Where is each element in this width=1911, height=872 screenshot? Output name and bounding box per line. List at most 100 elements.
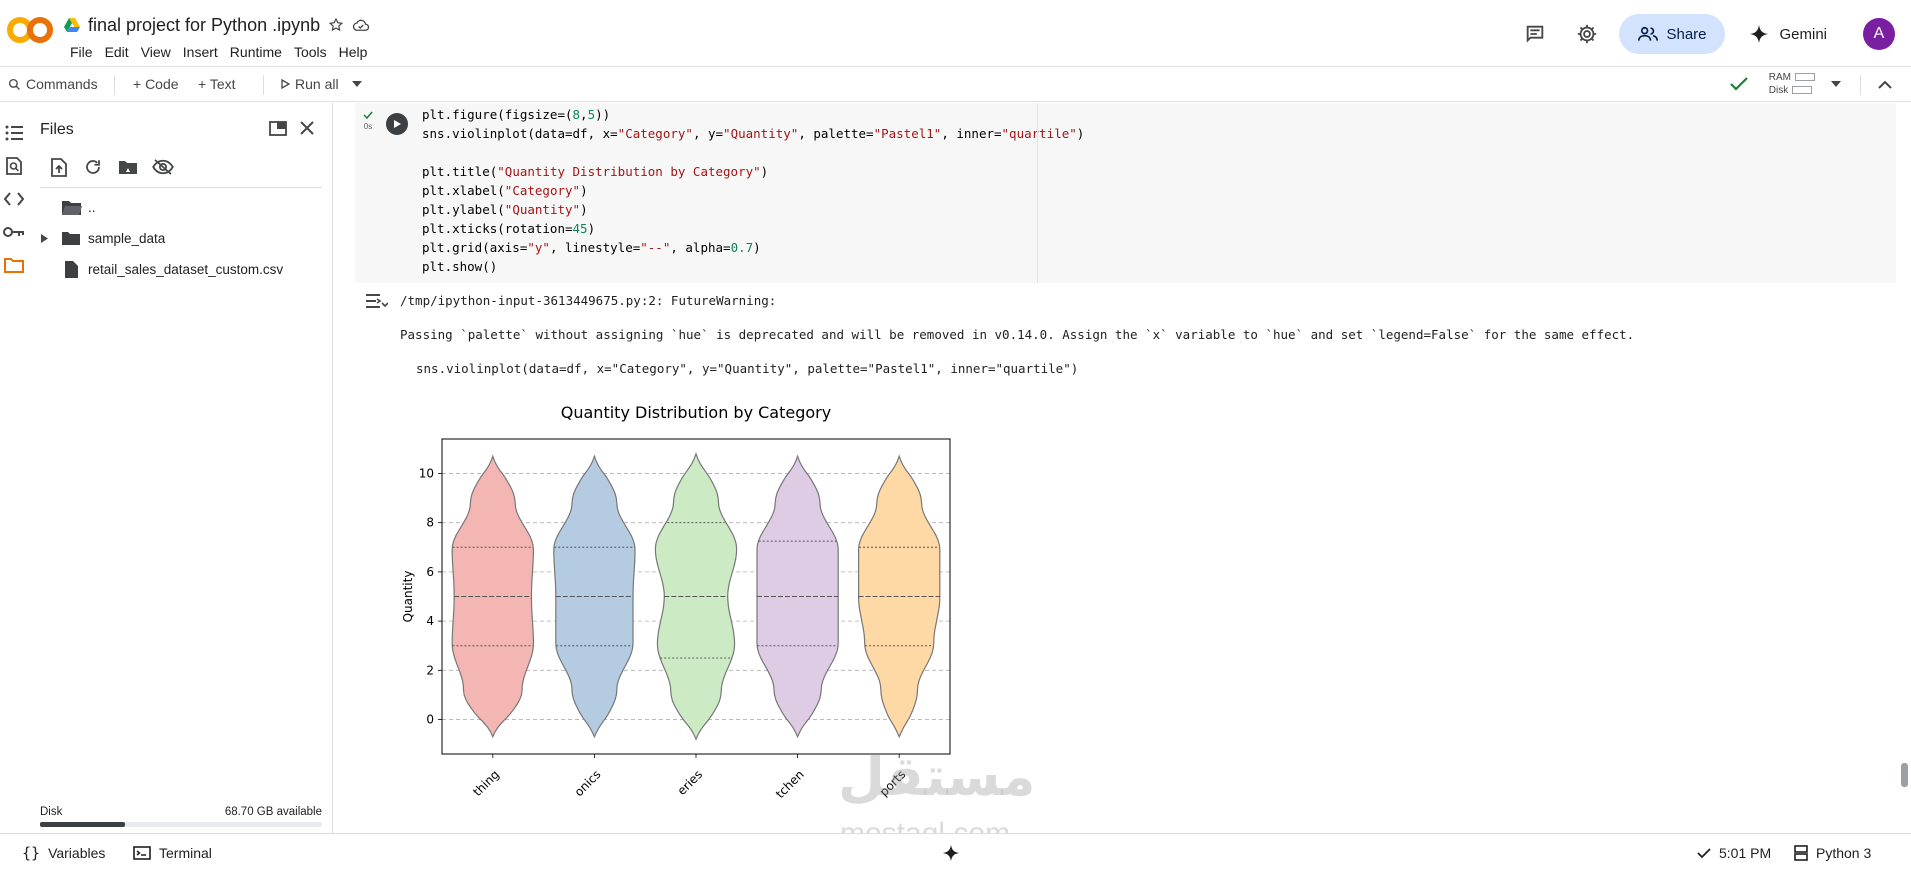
menu-insert[interactable]: Insert [177,43,224,61]
variables-button[interactable]: {} Variables [22,834,105,872]
refresh-button[interactable] [82,156,104,178]
menu-view[interactable]: View [135,43,177,61]
commands-label: Commands [26,76,98,92]
runtime-dropdown[interactable] [1831,67,1841,101]
terminal-icon [133,846,151,860]
close-icon [300,121,314,135]
colab-logo[interactable] [6,15,54,45]
cloud-saved-icon[interactable] [352,17,370,33]
add-text-button[interactable]: + Text [198,67,236,101]
warning-source: /tmp/ipython-input-3613449675.py:2: Futu… [400,293,777,308]
add-text-label: + Text [198,76,236,92]
files-title: Files [40,121,74,138]
resource-meter[interactable]: RAM Disk [1769,71,1815,97]
disk-meter-label: Disk [1768,85,1789,96]
share-label: Share [1666,25,1707,43]
notebook-toolbar: Commands + Code + Text Run all RAM Disk [0,66,1911,102]
upload-button[interactable] [48,156,70,178]
add-code-label: + Code [133,76,179,92]
file-icon [65,260,78,278]
play-icon [281,79,290,89]
disk-available: 68.70 GB available [224,806,322,818]
run-all-dropdown[interactable] [352,67,362,101]
menu-edit[interactable]: Edit [99,43,135,61]
terminal-button[interactable]: Terminal [133,834,212,872]
tree-item-label: sample_data [88,230,166,246]
files-divider [40,187,322,188]
find-replace-button[interactable] [3,155,25,177]
caret-down-icon [352,81,362,87]
checkmark-icon [1697,847,1711,858]
secrets-button[interactable] [3,221,25,243]
files-button[interactable] [3,254,25,276]
mount-drive-button[interactable] [117,156,139,178]
tree-item-label: retail_sales_dataset_custom.csv [88,261,284,277]
drive-folder-icon [119,161,137,174]
code-editor[interactable]: plt.figure(figsize=(8,5)) sns.violinplot(… [422,105,1084,276]
menu-help[interactable]: Help [333,43,374,61]
runtime-label: Python 3 [1816,845,1872,861]
commands-button[interactable]: Commands [8,67,98,101]
upload-icon [51,157,67,177]
code-cell[interactable]: 0s plt.figure(figsize=(8,5)) sns.violinpl… [355,103,1896,283]
menu-tools[interactable]: Tools [288,43,333,61]
open-in-tab-button[interactable] [267,117,289,139]
settings-button[interactable] [1567,14,1607,54]
notebook-title[interactable]: final project for Python .ipynb [88,15,320,36]
comments-button[interactable] [1515,14,1555,54]
code-icon [4,192,24,206]
connected-status[interactable] [1730,67,1748,101]
braces-icon: {} [22,844,41,862]
toolbar-divider [263,75,264,95]
y-tick-label: 0 [426,713,434,727]
toc-button[interactable] [3,122,25,144]
violin-body [756,454,839,739]
scrollbar-thumb[interactable] [1901,763,1908,787]
code-line: plt.ylabel("Quantity") [422,202,588,217]
execution-time-status[interactable]: 5:01 PM [1697,834,1771,872]
menu-file[interactable]: File [64,43,99,61]
exec-time: 0s [363,122,373,131]
eye-off-icon [152,159,174,175]
sparkle-icon [1750,24,1769,44]
comment-icon [1527,25,1544,43]
status-bar: {} Variables Terminal 5:01 PM Python 3 [0,833,1911,872]
code-line: plt.xlabel("Category") [422,183,588,198]
refresh-icon [86,160,100,174]
disk-meter [1792,86,1813,95]
expand-arrow-icon[interactable] [41,233,48,243]
checkmark-icon [363,111,373,120]
files-panel: Files .. sample_data retail_sales_datase… [28,103,333,833]
status-time: 5:01 PM [1719,845,1772,861]
add-code-button[interactable]: + Code [133,67,179,101]
x-tick-label: eries [675,767,706,798]
output-actions-icon[interactable] [364,292,388,312]
close-panel-button[interactable] [296,117,318,139]
warning-code: sns.violinplot(data=df, x="Category", y=… [416,361,1079,376]
share-button[interactable]: Share [1619,14,1726,54]
terminal-label: Terminal [159,845,212,861]
collapse-header-button[interactable] [1878,67,1892,101]
gemini-sparkle-button[interactable] [942,834,960,872]
x-tick-label: thing [470,767,502,799]
gear-icon [1578,24,1597,44]
list-icon [5,125,23,141]
star-icon[interactable] [328,17,344,33]
drive-icon [64,18,80,32]
variables-label: Variables [48,845,106,861]
run-cell-button[interactable] [386,113,408,135]
code-line: plt.show() [422,259,498,274]
watermark-arabic: مستقل [838,745,1036,808]
code-snippets-button[interactable] [3,188,25,210]
runtime-status[interactable]: Python 3 [1794,834,1871,872]
ram-meter [1795,73,1815,82]
warning-message: Passing `palette` without assigning `hue… [400,327,1635,342]
toggle-hidden-files-button[interactable] [152,156,174,178]
menu-runtime[interactable]: Runtime [224,43,288,61]
code-line: plt.grid(axis="y", linestyle="--", alpha… [422,240,761,255]
run-all-button[interactable]: Run all [280,67,339,101]
disk-label: Disk [40,806,63,818]
avatar[interactable]: A [1863,18,1895,50]
gemini-button[interactable]: Gemini [1739,24,1837,44]
y-tick-label: 6 [426,565,434,579]
